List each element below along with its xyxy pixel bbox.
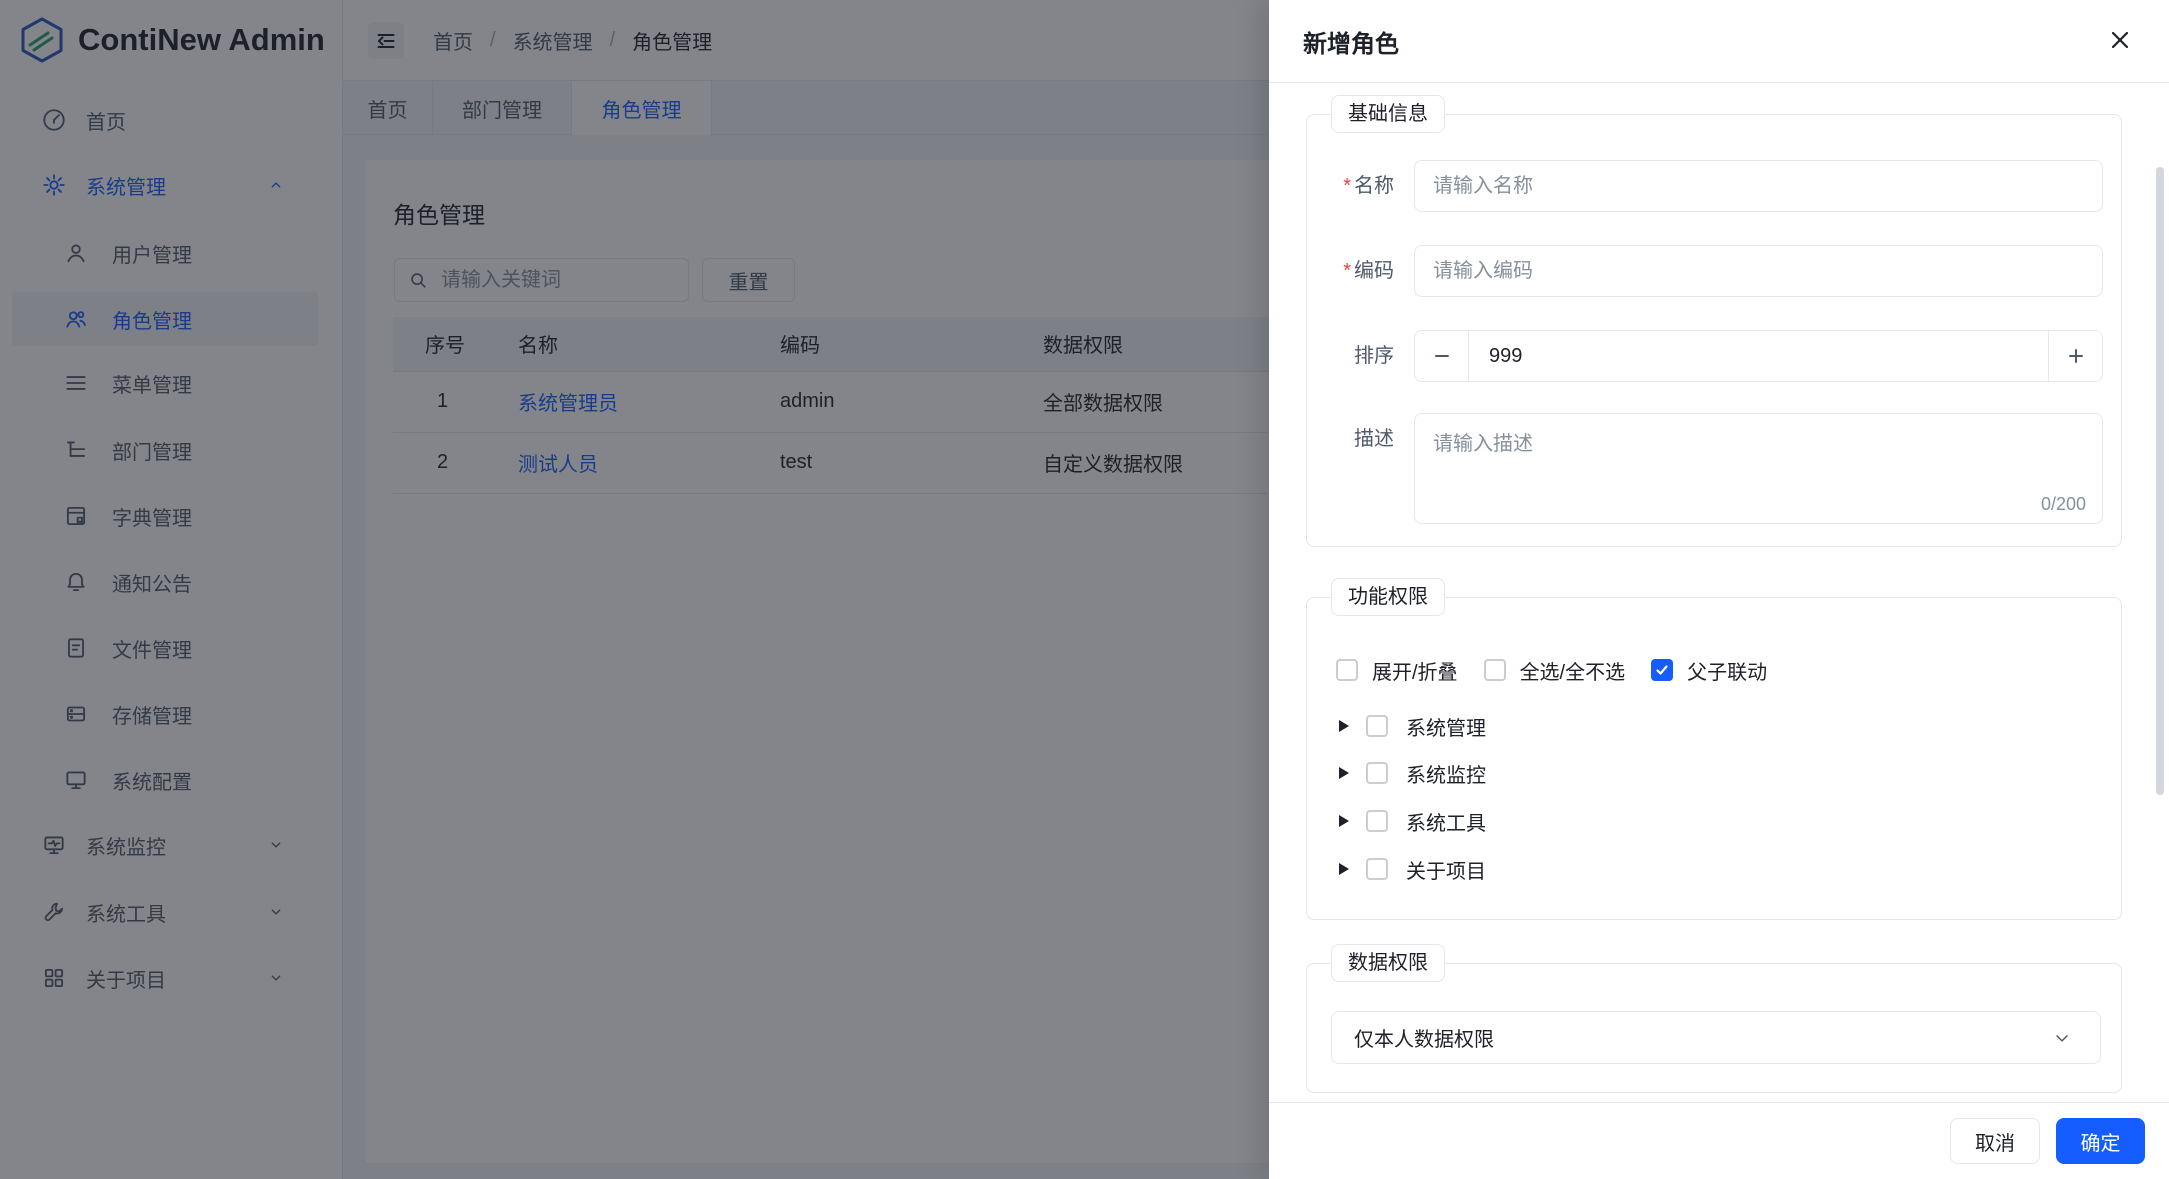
expand-collapse-toggle[interactable]: 展开/折叠 xyxy=(1336,656,1458,685)
name-label: *名称 xyxy=(1322,174,1394,198)
stepper-plus-button[interactable] xyxy=(2048,331,2102,381)
caret-right-icon[interactable] xyxy=(1339,815,1349,827)
char-counter: 0/200 xyxy=(2041,494,2086,515)
function-permission-legend: 功能权限 xyxy=(1331,578,1445,616)
tree-node-system-monitor[interactable]: 系统监控 xyxy=(1307,756,1486,790)
checkbox-unchecked[interactable] xyxy=(1336,659,1358,681)
required-asterisk: * xyxy=(1343,175,1351,197)
close-icon xyxy=(2108,28,2132,52)
basic-info-legend: 基础信息 xyxy=(1331,95,1445,133)
tree-toggle-row: 展开/折叠 全选/全不选 父子联动 xyxy=(1336,655,1767,685)
code-label: *编码 xyxy=(1322,259,1394,283)
checkbox-checked[interactable] xyxy=(1651,659,1673,681)
drawer-scrollbar[interactable] xyxy=(2156,167,2164,795)
drawer-footer: 取消 确定 xyxy=(1269,1102,2169,1179)
caret-right-icon[interactable] xyxy=(1339,720,1349,732)
app-root: ContiNew Admin 首页 系统管理 用户管理 角色管理 菜单管理 部门… xyxy=(0,0,2169,1179)
cancel-button[interactable]: 取消 xyxy=(1950,1118,2040,1164)
description-label: 描述 xyxy=(1322,427,1394,451)
confirm-button[interactable]: 确定 xyxy=(2056,1118,2145,1164)
description-field-wrap: 0/200 xyxy=(1414,413,2103,524)
name-field[interactable] xyxy=(1414,160,2103,212)
function-permission-fieldset: 功能权限 展开/折叠 全选/全不选 父子联动 xyxy=(1306,597,2122,920)
data-scope-select[interactable]: 仅本人数据权限 xyxy=(1331,1011,2101,1064)
drawer-title: 新增角色 xyxy=(1303,24,1399,59)
data-scope-value: 仅本人数据权限 xyxy=(1354,1023,1494,1052)
data-permission-fieldset: 数据权限 仅本人数据权限 xyxy=(1306,963,2122,1093)
plus-icon xyxy=(2066,346,2086,366)
close-button[interactable] xyxy=(2107,28,2133,54)
tree-node-system-management[interactable]: 系统管理 xyxy=(1307,709,1486,743)
tree-node-about-project[interactable]: 关于项目 xyxy=(1307,852,1486,886)
sort-label: 排序 xyxy=(1322,344,1394,368)
data-permission-legend: 数据权限 xyxy=(1331,944,1445,982)
caret-right-icon[interactable] xyxy=(1339,863,1349,875)
sort-stepper xyxy=(1414,330,2103,382)
sort-value-input[interactable] xyxy=(1469,331,2048,381)
basic-info-fieldset: 基础信息 *名称 *编码 排序 描述 0/200 xyxy=(1306,114,2122,547)
check-icon xyxy=(1655,663,1669,677)
checkbox-unchecked[interactable] xyxy=(1366,762,1388,784)
parent-child-link-toggle[interactable]: 父子联动 xyxy=(1651,656,1767,685)
tree-node-system-tools[interactable]: 系统工具 xyxy=(1307,804,1486,838)
description-field[interactable] xyxy=(1414,413,2103,524)
drawer-header: 新增角色 xyxy=(1269,0,2169,83)
required-asterisk: * xyxy=(1343,260,1351,282)
checkbox-unchecked[interactable] xyxy=(1366,810,1388,832)
checkbox-unchecked[interactable] xyxy=(1366,715,1388,737)
chevron-down-icon xyxy=(2052,1028,2072,1048)
check-all-toggle[interactable]: 全选/全不选 xyxy=(1484,656,1626,685)
minus-icon xyxy=(1432,346,1452,366)
checkbox-unchecked[interactable] xyxy=(1484,659,1506,681)
add-role-drawer: 新增角色 基础信息 *名称 *编码 排序 描述 xyxy=(1269,0,2169,1179)
stepper-minus-button[interactable] xyxy=(1415,331,1469,381)
checkbox-unchecked[interactable] xyxy=(1366,858,1388,880)
code-field[interactable] xyxy=(1414,245,2103,297)
drawer-mask[interactable] xyxy=(0,0,1269,1179)
caret-right-icon[interactable] xyxy=(1339,767,1349,779)
